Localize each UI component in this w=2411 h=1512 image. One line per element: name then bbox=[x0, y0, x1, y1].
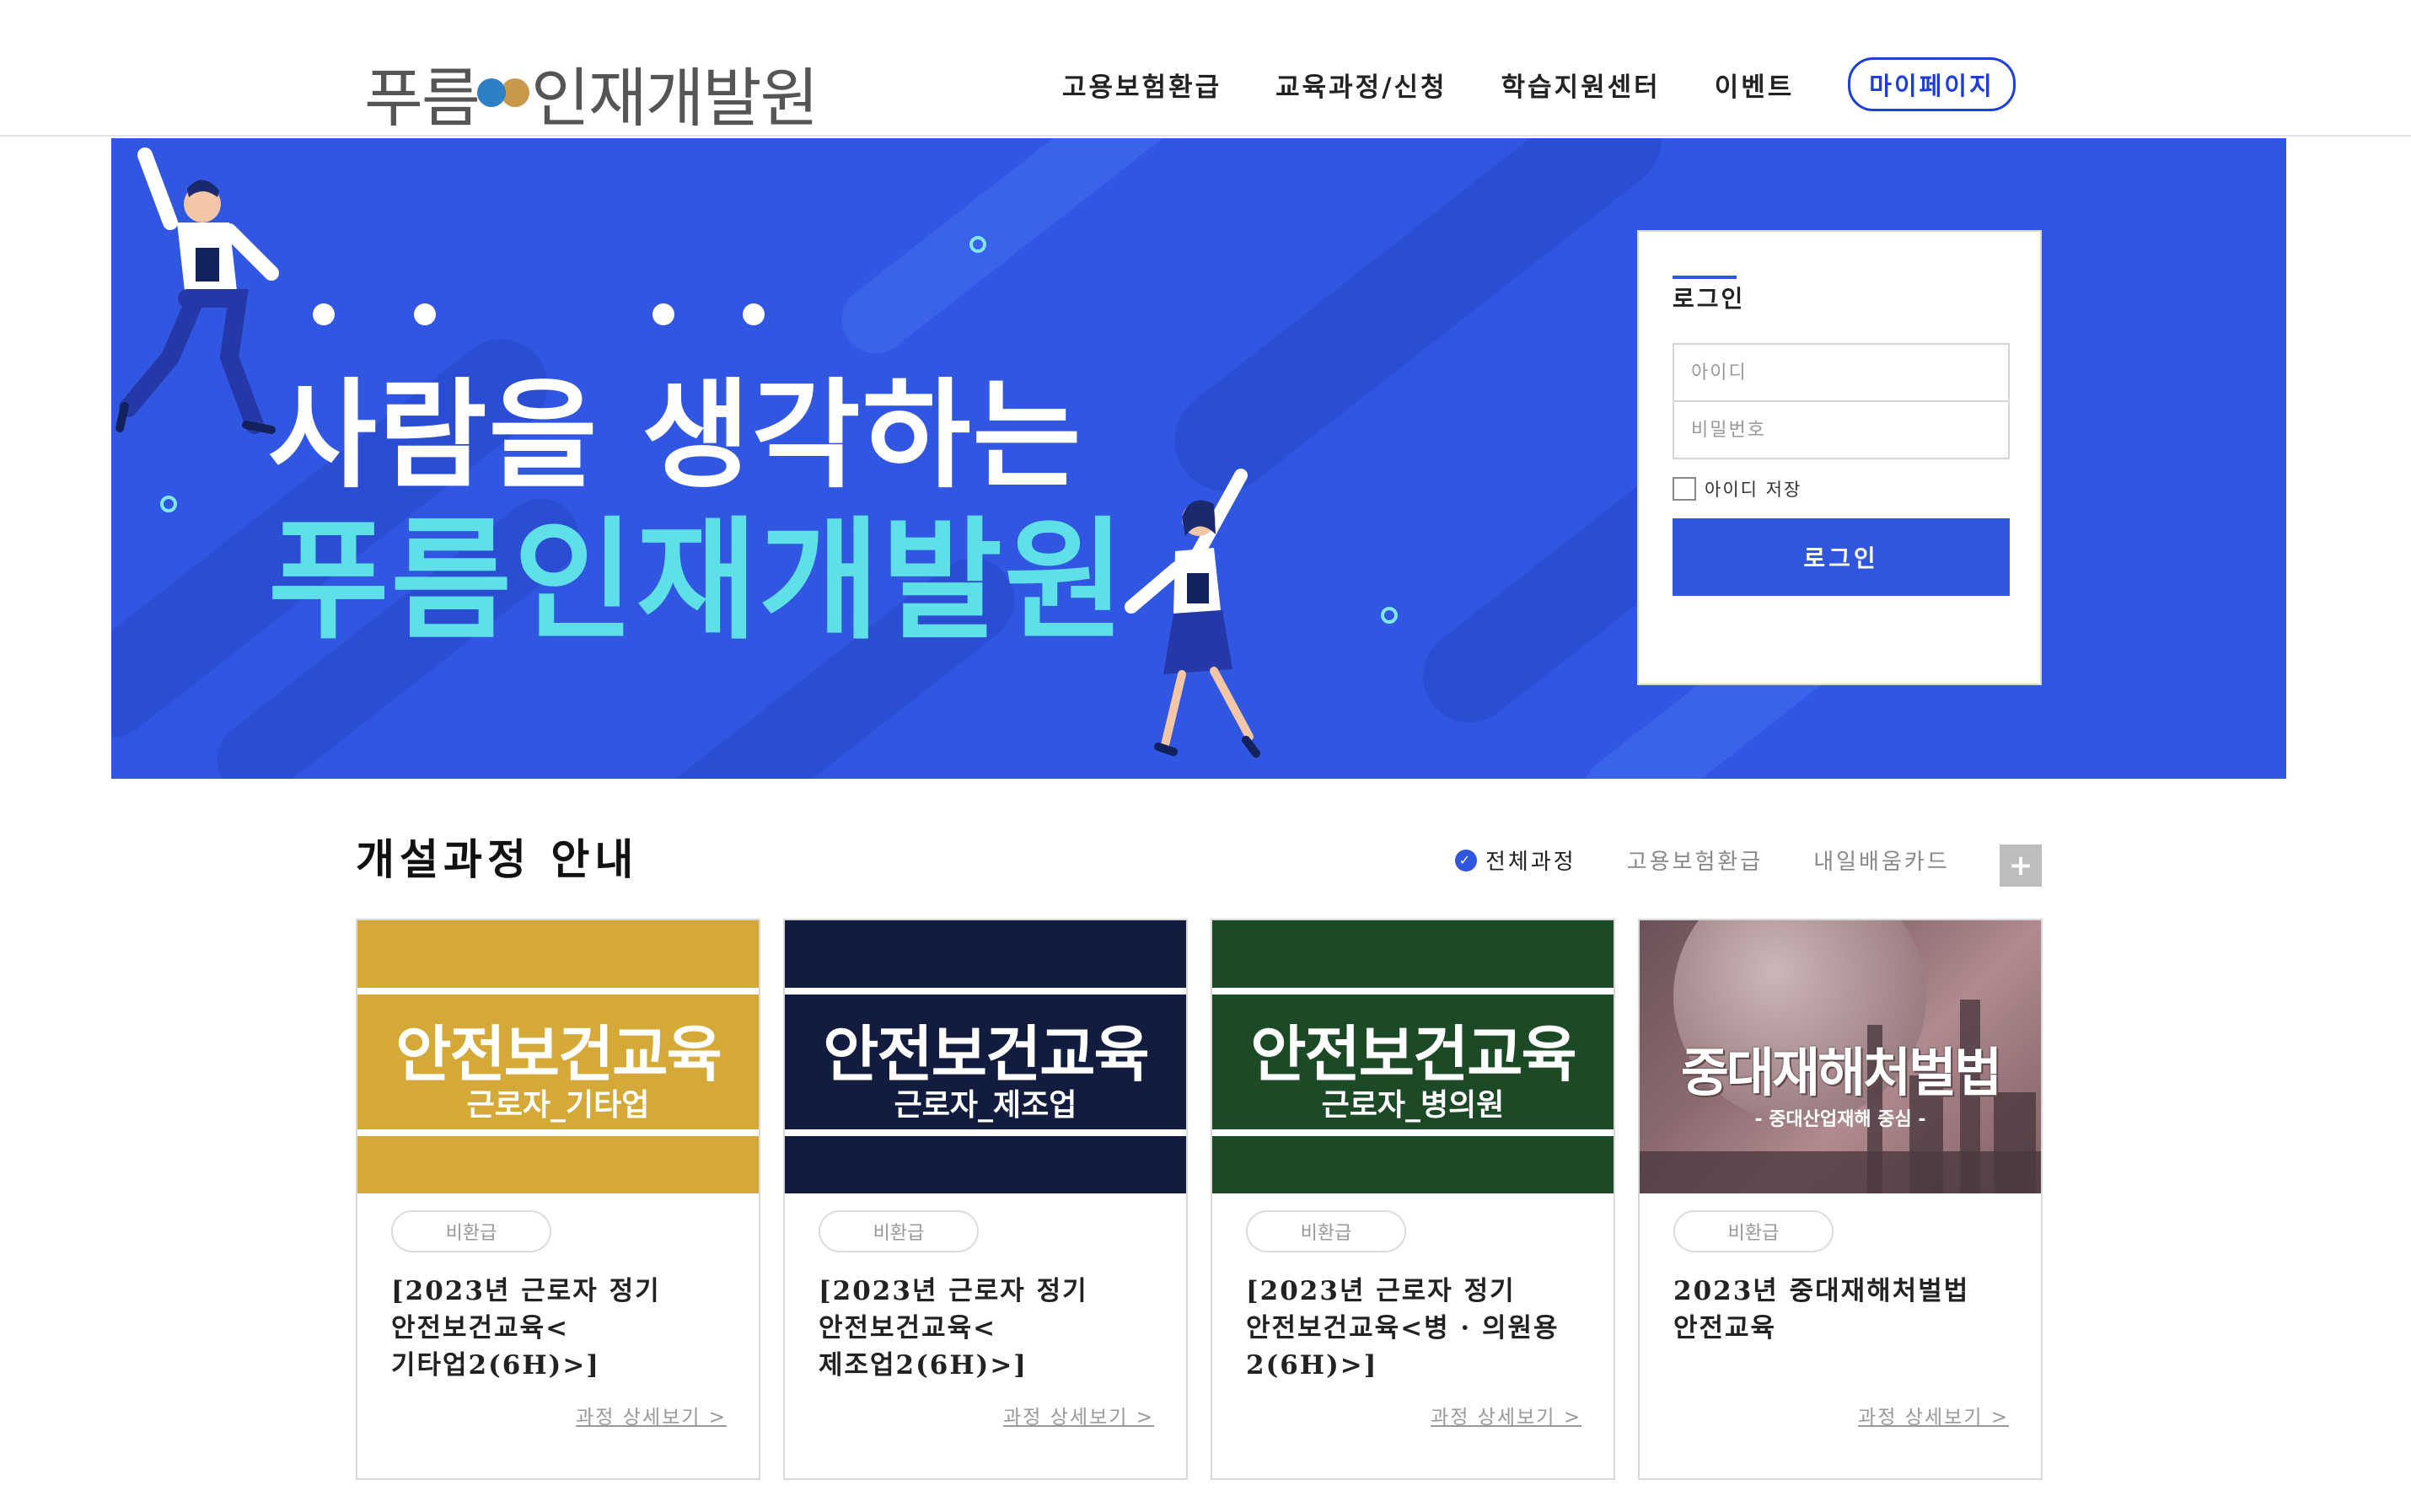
login-title-underline bbox=[1673, 276, 1737, 279]
course-title[interactable]: [2023년 근로자 정기 안전보건교육<기타업2(6H)>] bbox=[391, 1273, 737, 1384]
site-header: 푸름 인재개발원 고용보험환급 교육과정/신청 학습지원센터 이벤트 마이페이지 bbox=[0, 0, 2411, 137]
thumbnail-subtitle: 근로자_제조업 bbox=[894, 1088, 1077, 1123]
course-thumbnail: 안전보건교육 근로자_기타업 bbox=[357, 920, 759, 1193]
login-panel: 로그인 아이디 저장 로그인 bbox=[1637, 230, 2042, 685]
banner-dot bbox=[652, 303, 674, 325]
check-icon: ✓ bbox=[1455, 849, 1477, 871]
thumbnail-subtitle: - 중대산업재해 중심 - bbox=[1754, 1109, 1926, 1130]
courses-section-title: 개설과정 안내 bbox=[356, 834, 639, 884]
course-title[interactable]: [2023년 근로자 정기 안전보건교육<병 · 의원용 2(6H)>] bbox=[1246, 1273, 1592, 1384]
save-id-checkbox[interactable] bbox=[1673, 477, 1696, 501]
banner-ring bbox=[160, 496, 177, 512]
password-input[interactable] bbox=[1673, 400, 2010, 459]
course-thumbnail: 안전보건교육 근로자_제조업 bbox=[785, 920, 1186, 1193]
logo-text-part1: 푸름 bbox=[364, 60, 481, 136]
course-detail-link[interactable]: 과정 상세보기 > bbox=[1003, 1401, 1154, 1429]
banner-dot bbox=[743, 303, 765, 325]
thumbnail-subtitle: 근로자_병의원 bbox=[1321, 1088, 1505, 1123]
thumbnail-subtitle: 근로자_기타업 bbox=[466, 1088, 650, 1123]
nav-courses-apply[interactable]: 교육과정/신청 bbox=[1275, 66, 1447, 104]
course-detail-link[interactable]: 과정 상세보기 > bbox=[1431, 1401, 1581, 1429]
course-thumbnail: 중대재해처벌법 - 중대산업재해 중심 - bbox=[1640, 920, 2041, 1193]
save-id-label: 아이디 저장 bbox=[1705, 480, 1802, 500]
course-card[interactable]: 중대재해처벌법 - 중대산업재해 중심 - 비환급 2023년 중대재해처벌법 … bbox=[1638, 919, 2043, 1480]
more-courses-button[interactable]: + bbox=[2000, 844, 2042, 887]
user-id-input[interactable] bbox=[1673, 343, 2010, 402]
course-title[interactable]: [2023년 근로자 정기 안전보건교육<제조업2(6H)>] bbox=[819, 1273, 1164, 1384]
course-filter-tabs: ✓ 전체과정 고용보험환급 내일배움카드 bbox=[1455, 844, 2000, 876]
course-card[interactable]: 안전보건교육 근로자_기타업 비환급 [2023년 근로자 정기 안전보건교육<… bbox=[356, 919, 760, 1480]
refund-status-badge: 비환급 bbox=[1246, 1210, 1406, 1252]
nav-learning-support[interactable]: 학습지원센터 bbox=[1501, 66, 1661, 104]
mypage-button[interactable]: 마이페이지 bbox=[1848, 57, 2016, 111]
banner-brand-headline: 푸름인재개발원 bbox=[268, 504, 1127, 657]
filter-employment-insurance[interactable]: 고용보험환급 bbox=[1627, 844, 1764, 876]
banner-ring bbox=[1381, 607, 1398, 624]
banner-stripe bbox=[828, 138, 1216, 367]
banner-ring bbox=[969, 236, 986, 253]
factory-base-image bbox=[1640, 1151, 2041, 1193]
refund-status-badge: 비환급 bbox=[1673, 1210, 1834, 1252]
filter-tomorrow-learning-card[interactable]: 내일배움카드 bbox=[1813, 844, 1950, 876]
logo-blue-dot bbox=[476, 78, 506, 107]
course-card[interactable]: 안전보건교육 근로자_제조업 비환급 [2023년 근로자 정기 안전보건교육<… bbox=[783, 919, 1188, 1480]
course-title[interactable]: 2023년 중대재해처벌법 안전교육 bbox=[1673, 1273, 2019, 1347]
login-submit-button[interactable]: 로그인 bbox=[1673, 518, 2010, 596]
course-detail-link[interactable]: 과정 상세보기 > bbox=[1858, 1401, 2009, 1429]
thumbnail-title: 중대재해처벌법 bbox=[1680, 1042, 2002, 1103]
login-title: 로그인 bbox=[1673, 285, 1746, 313]
banner-stripe bbox=[1154, 138, 1682, 512]
banner-dot bbox=[414, 303, 436, 325]
businesswoman-illustration bbox=[1125, 469, 1260, 758]
save-id-option[interactable]: 아이디 저장 bbox=[1673, 476, 1802, 501]
refund-status-badge: 비환급 bbox=[819, 1210, 979, 1252]
site-logo[interactable]: 푸름 인재개발원 bbox=[364, 52, 819, 136]
course-thumbnail: 안전보건교육 근로자_병의원 bbox=[1212, 920, 1614, 1193]
logo-text-part2: 인재개발원 bbox=[530, 60, 819, 136]
refund-status-badge: 비환급 bbox=[391, 1210, 551, 1252]
main-nav: 고용보험환급 교육과정/신청 학습지원센터 이벤트 마이페이지 bbox=[1062, 57, 2016, 111]
course-detail-link[interactable]: 과정 상세보기 > bbox=[576, 1401, 727, 1429]
filter-label: 전체과정 bbox=[1485, 850, 1576, 875]
nav-events[interactable]: 이벤트 bbox=[1715, 66, 1795, 104]
course-card[interactable]: 안전보건교육 근로자_병의원 비환급 [2023년 근로자 정기 안전보건교육<… bbox=[1211, 919, 1615, 1480]
filter-all-courses[interactable]: ✓ 전체과정 bbox=[1455, 844, 1576, 876]
nav-employment-insurance[interactable]: 고용보험환급 bbox=[1062, 66, 1222, 104]
